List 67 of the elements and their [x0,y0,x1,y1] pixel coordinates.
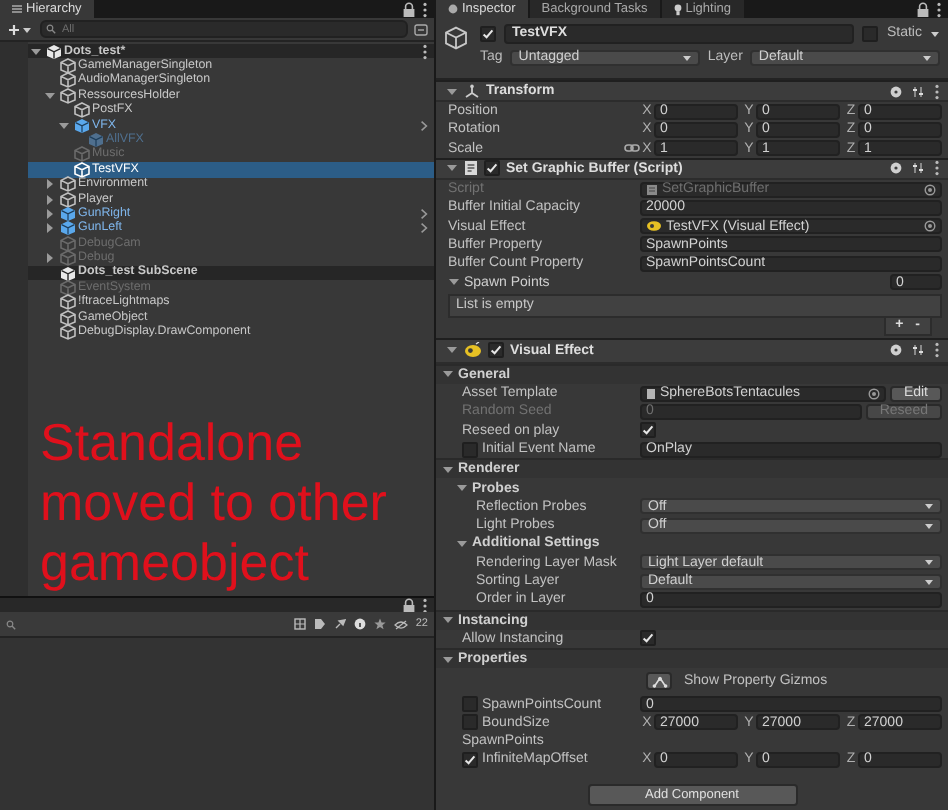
help-icon[interactable] [890,85,902,97]
foldout-arrow-icon [442,614,454,627]
kebab-menu-icon[interactable] [422,597,428,613]
vfx-icon [464,342,482,359]
asset-icon [646,387,656,400]
sliders-icon[interactable] [912,85,924,97]
checkbox[interactable] [640,422,656,439]
grid-icon[interactable] [293,618,306,630]
foldout-arrow-icon [442,653,454,666]
foldout-arrow-icon[interactable] [446,344,458,357]
foldout-arrow-icon [442,368,454,381]
checkbox[interactable] [462,751,478,768]
gameobject-icon [444,26,468,50]
gizmo-toggle-button[interactable] [646,672,672,691]
help-icon[interactable] [890,162,902,175]
kebab-menu-icon[interactable] [934,160,940,177]
foldout-arrow-icon[interactable] [44,89,56,102]
scene-icon [59,265,75,282]
add-button[interactable] [6,23,34,35]
checkbox[interactable] [862,25,879,41]
checkbox[interactable] [462,714,478,731]
caret-icon [922,53,932,61]
checkbox[interactable] [462,441,478,457]
caret-icon [930,29,940,37]
kebab-menu-icon[interactable] [934,342,940,359]
sliders-icon[interactable] [912,344,924,357]
checkbox[interactable] [640,630,656,647]
kebab-menu-icon[interactable] [422,43,428,60]
search-icon[interactable] [6,619,16,629]
checkbox[interactable] [488,342,504,359]
checkbox[interactable] [462,696,478,713]
plus-icon [8,23,20,35]
lock-icon[interactable] [402,1,416,17]
eye-slash-icon[interactable] [393,619,408,629]
annotation-text: Standalone moved to other gameobject [40,412,389,592]
gizmo-icon [651,675,667,688]
kebab-menu-icon[interactable] [934,83,940,99]
lock-icon[interactable] [402,597,416,613]
transform-icon [464,84,480,98]
label-icon[interactable] [313,618,326,630]
menu-icon [12,4,22,14]
checkbox[interactable] [484,160,500,177]
help-icon[interactable] [890,344,902,357]
lightbulb-icon [673,3,682,15]
kebab-menu-icon[interactable] [936,1,942,17]
script-icon [646,183,658,196]
foldout-arrow-icon[interactable] [446,162,458,175]
caret-icon [22,25,32,33]
chevron-icon[interactable] [420,119,428,132]
search-icon [46,24,56,34]
target-icon[interactable] [924,183,936,196]
link-icon[interactable] [624,142,640,155]
foldout-arrow-icon [456,537,468,550]
sliders-icon[interactable] [912,162,924,175]
lock-icon[interactable] [916,1,930,17]
script-icon [464,160,478,177]
kebab-menu-icon[interactable] [422,1,428,17]
foldout-arrow-icon[interactable] [30,45,42,58]
foldout-arrow-icon[interactable] [58,119,70,132]
star-icon[interactable] [373,618,386,630]
target-icon[interactable] [867,387,880,400]
caret-icon [681,53,692,61]
foldout-arrow-icon[interactable] [446,85,458,97]
foldout-arrow-icon [448,276,460,289]
target-icon[interactable] [924,220,936,233]
vfx-icon [646,220,662,233]
checkbox[interactable] [480,25,496,41]
